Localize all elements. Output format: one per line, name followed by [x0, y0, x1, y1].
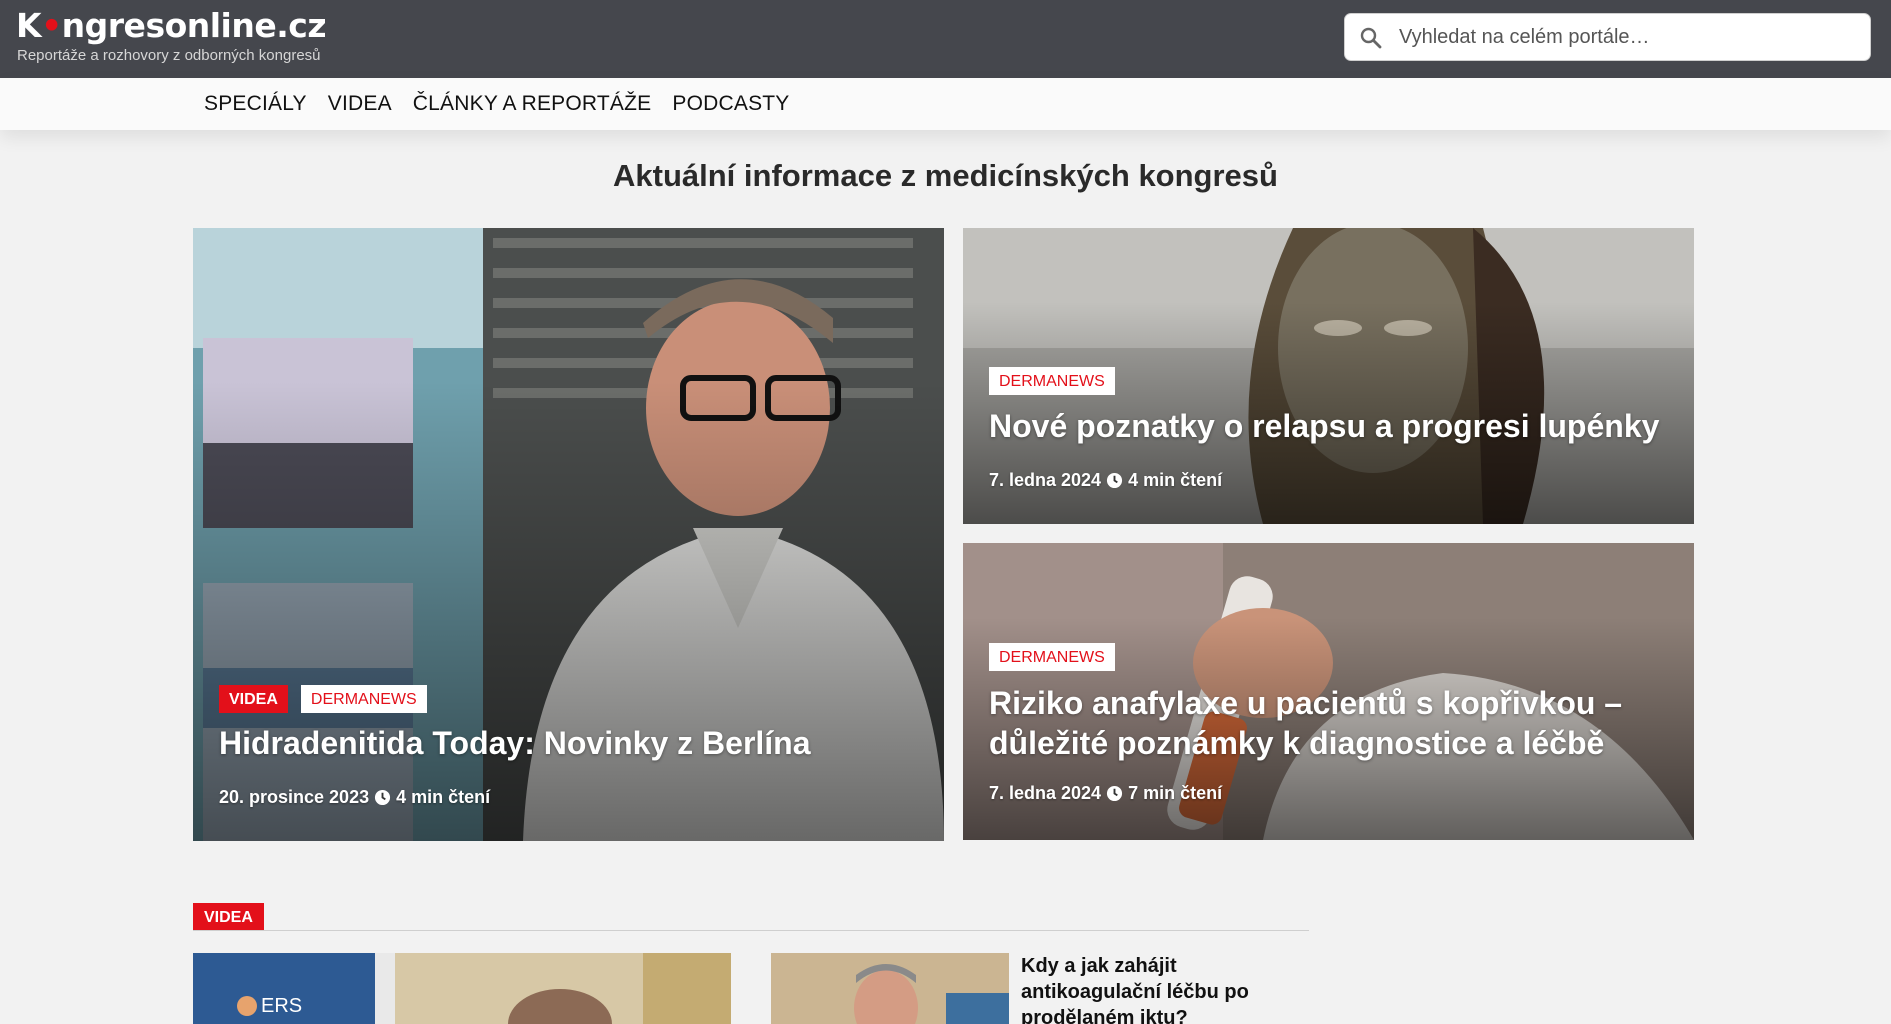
reading-time: 7 min čtení — [1128, 783, 1223, 803]
nav-item-specialy[interactable]: SPECIÁLY — [204, 92, 307, 116]
category-badge-dermanews[interactable]: DERMANEWS — [989, 643, 1115, 671]
article-title[interactable]: Riziko anafylaxe u pacientů s kopřivkou … — [989, 683, 1679, 763]
clock-icon — [1107, 785, 1123, 802]
video-thumbnail-small[interactable] — [771, 953, 1009, 1024]
video-thumbnail-small-image — [771, 953, 1009, 1024]
reading-time: 4 min čtení — [1128, 470, 1223, 490]
main-nav: SPECIÁLY VIDEA ČLÁNKY A REPORTÁŽE PODCAS… — [0, 78, 1891, 130]
article-meta: 7. ledna 2024 7 min čtení — [989, 783, 1222, 804]
clock-icon — [375, 789, 391, 806]
site-tagline: Reportáže a rozhovory z odborných kongre… — [17, 47, 321, 64]
search-icon[interactable] — [1359, 26, 1383, 50]
search-input[interactable] — [1399, 14, 1859, 60]
article-title[interactable]: Hidradenitida Today: Novinky z Berlína — [219, 723, 919, 763]
article-title[interactable]: Nové poznatky o relapsu a progresi lupén… — [989, 406, 1679, 446]
nav-item-videa[interactable]: VIDEA — [328, 92, 392, 116]
video-article-title[interactable]: Kdy a jak zahájit antikoagulační léčbu p… — [1021, 953, 1281, 1024]
video-thumbnail[interactable]: ERS — [193, 953, 731, 1024]
badge-group: DERMANEWS — [989, 367, 1115, 395]
category-badge-videa[interactable]: VIDEA — [219, 685, 288, 713]
section-divider — [193, 930, 1309, 931]
clock-icon — [1107, 472, 1123, 489]
category-badge-dermanews[interactable]: DERMANEWS — [989, 367, 1115, 395]
article-date: 7. ledna 2024 — [989, 470, 1102, 490]
page-headline: Aktuální informace z medicínských kongre… — [613, 158, 1278, 193]
category-badge-dermanews[interactable]: DERMANEWS — [300, 685, 427, 713]
article-meta: 7. ledna 2024 4 min čtení — [989, 470, 1222, 491]
top-header: K•ngresonline.cz Reportáže a rozhovory z… — [0, 0, 1891, 78]
article-date: 7. ledna 2024 — [989, 783, 1102, 803]
featured-card-main[interactable]: VIDEA DERMANEWS Hidradenitida Today: Nov… — [193, 228, 944, 841]
article-date: 20. prosince 2023 — [219, 787, 370, 807]
badge-group: DERMANEWS — [989, 643, 1115, 671]
search-box[interactable] — [1344, 13, 1871, 61]
article-meta: 20. prosince 2023 4 min čtení — [219, 787, 490, 808]
badge-group: VIDEA DERMANEWS — [219, 685, 427, 713]
featured-card-urticaria[interactable]: DERMANEWS Riziko anafylaxe u pacientů s … — [963, 543, 1694, 840]
section-tag-videa[interactable]: VIDEA — [193, 903, 264, 931]
site-logo[interactable]: K•ngresonline.cz — [16, 6, 327, 45]
reading-time: 4 min čtení — [396, 787, 491, 807]
featured-card-psoriasis[interactable]: DERMANEWS Nové poznatky o relapsu a prog… — [963, 228, 1694, 524]
nav-item-clanky[interactable]: ČLÁNKY A REPORTÁŽE — [413, 92, 652, 116]
nav-item-podcasty[interactable]: PODCASTY — [672, 92, 789, 116]
ers-logo-label: ERS — [261, 995, 303, 1017]
